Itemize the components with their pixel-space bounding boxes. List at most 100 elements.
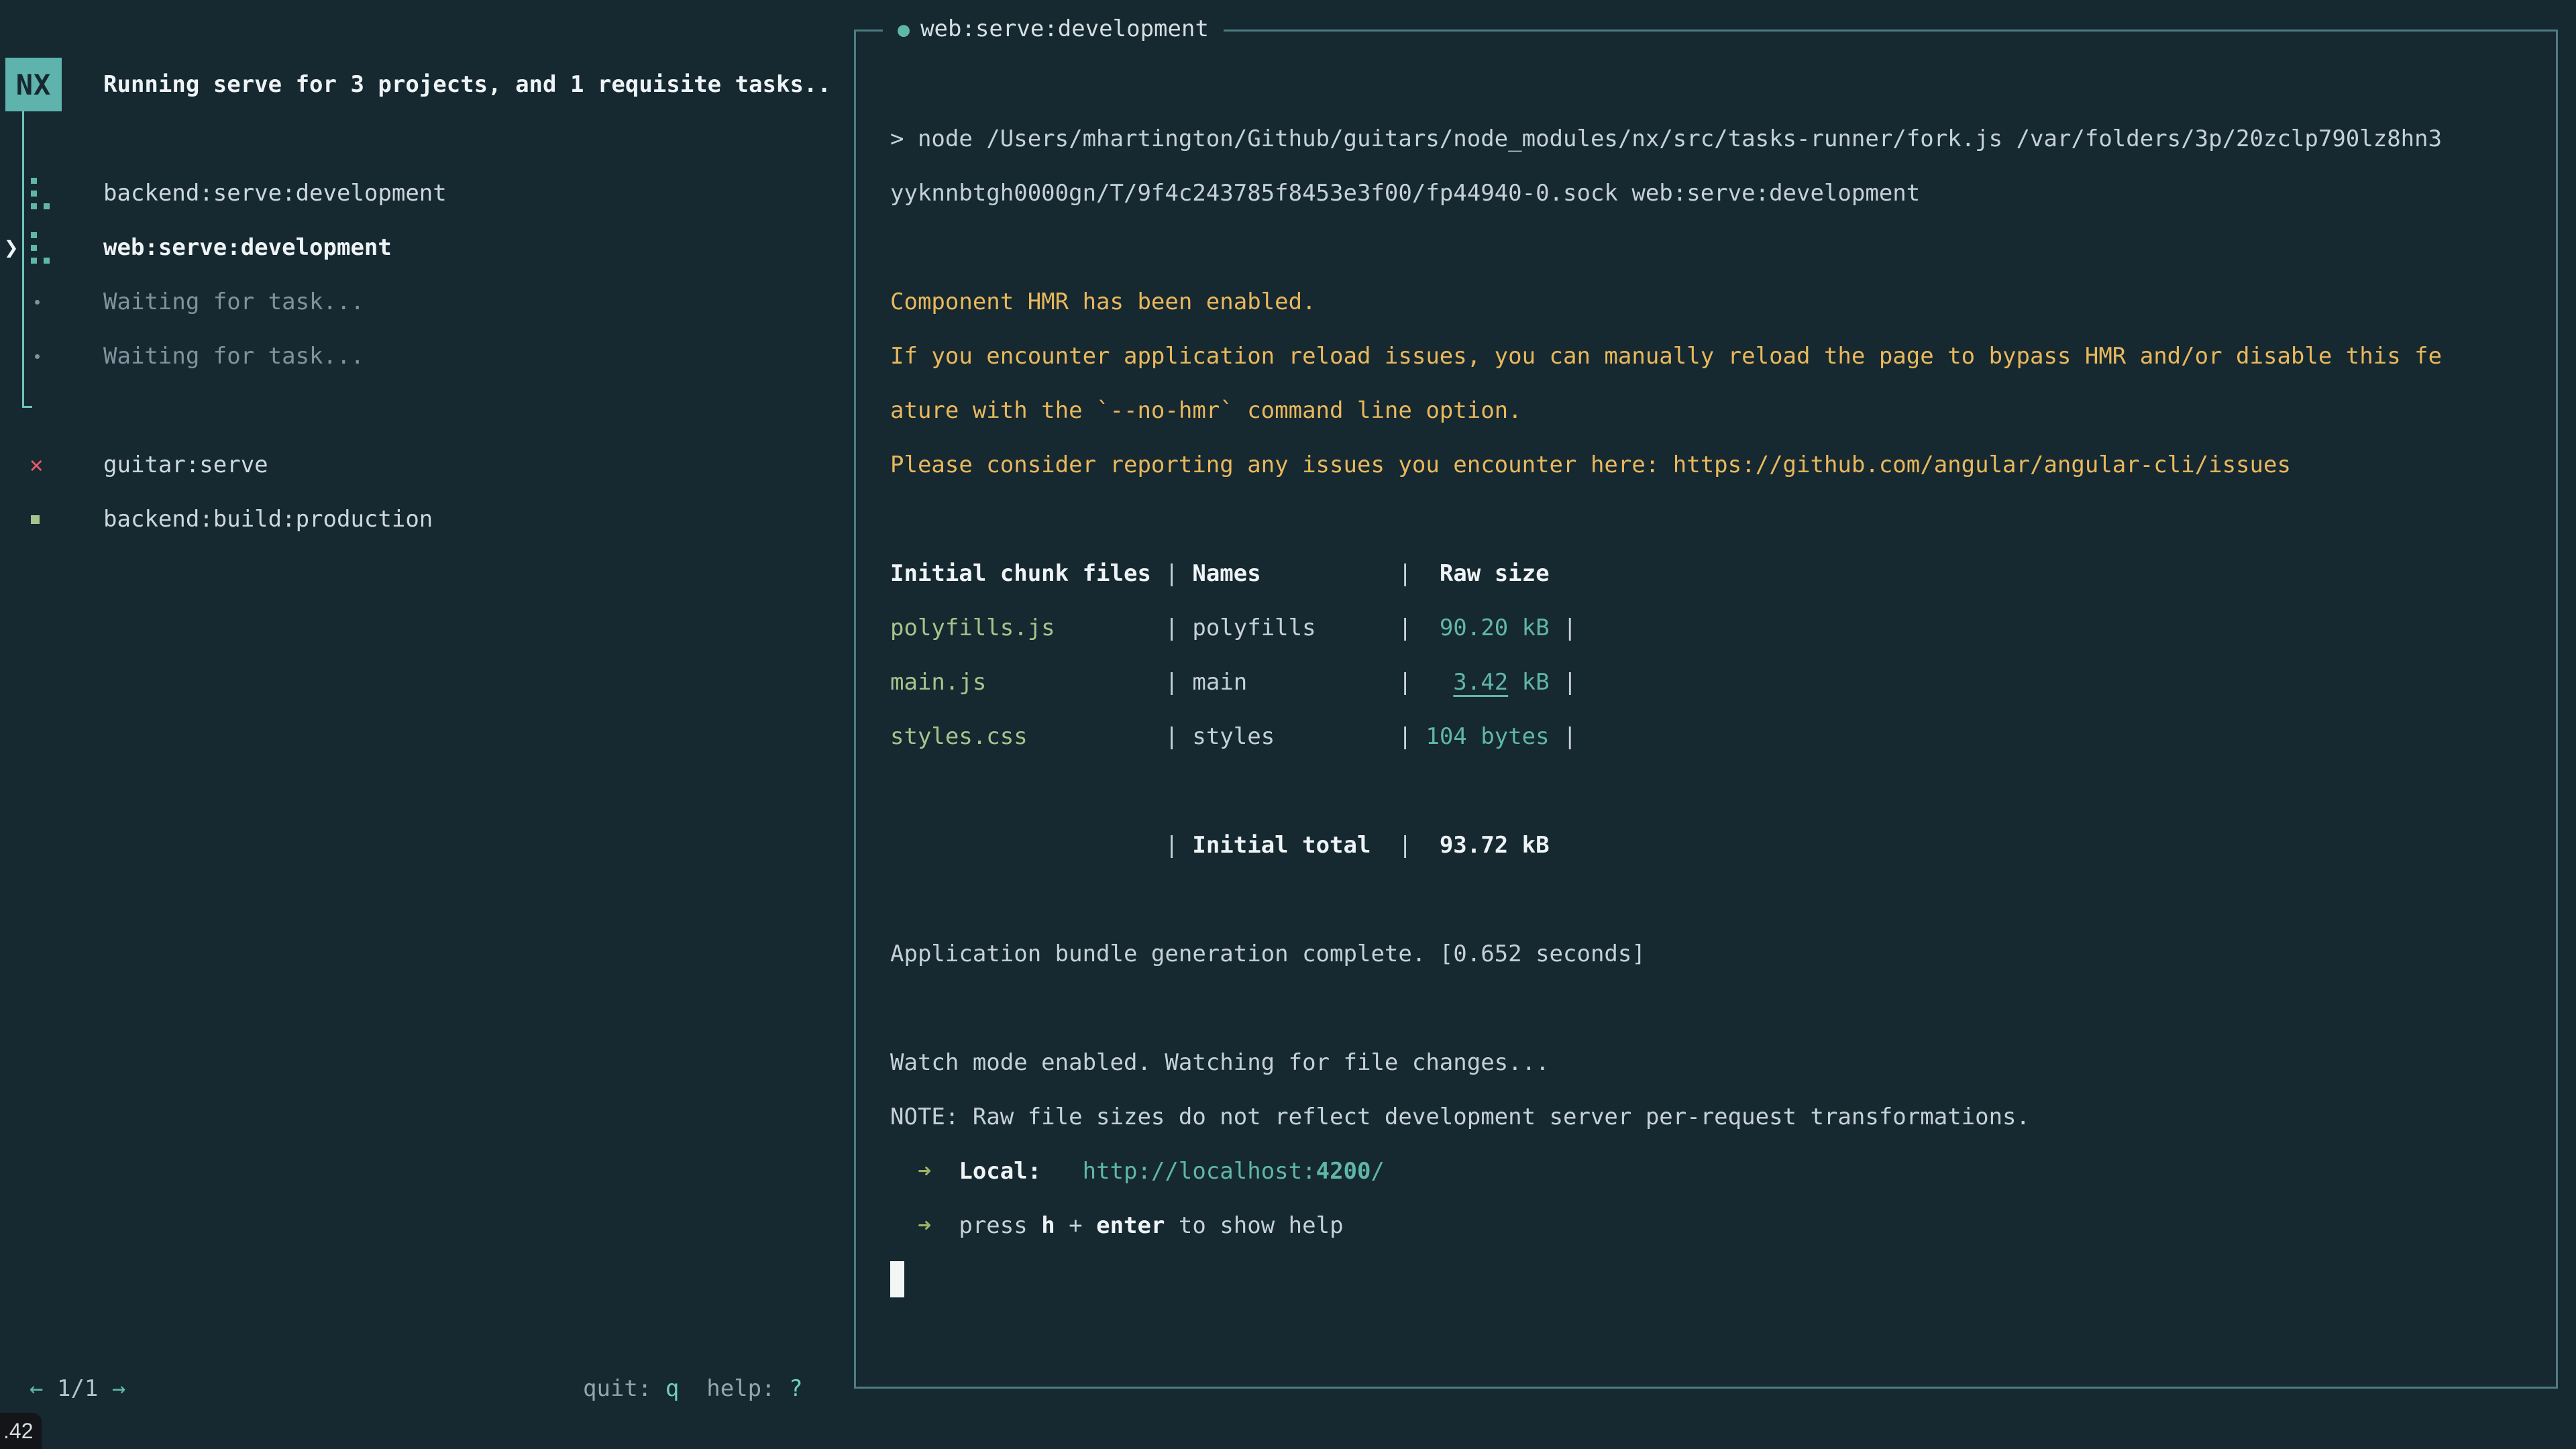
key-enter: enter (1096, 1212, 1165, 1239)
text-segment: Watch mode enabled. Watching for file ch… (890, 1049, 1550, 1076)
selected-pointer-icon: ❯ (4, 221, 19, 275)
panel-title-text: web:serve:development (920, 15, 1209, 42)
terminal-line: If you encounter application reload issu… (890, 329, 2442, 384)
text-segment: If you encounter application reload issu… (890, 343, 2442, 370)
terminal-cursor (890, 1261, 904, 1297)
task-row[interactable]: backend:serve:development (0, 166, 832, 221)
text-segment: 93.72 kB (1426, 832, 1549, 859)
spinner-icon (30, 221, 70, 275)
task-row[interactable]: Waiting for task... (0, 275, 832, 329)
spacer (98, 1375, 111, 1402)
text-segment (1426, 669, 1453, 696)
task-label: backend:serve:development (103, 166, 447, 221)
task-output-panel[interactable]: ●web:serve:development > node /Users/mha… (854, 30, 2558, 1389)
text-segment: | (1371, 832, 1426, 859)
text-segment: kB (1508, 669, 1549, 696)
page-count (43, 1375, 56, 1402)
terminal-output: > node /Users/mhartington/Github/guitars… (890, 112, 2442, 1307)
help-key-hint: ? (789, 1375, 802, 1402)
key-h: h (1041, 1212, 1055, 1239)
sidebar-title: Running serve for 3 projects, and 1 requ… (103, 58, 831, 112)
nx-logo: NX (5, 58, 62, 111)
waiting-dot-icon (30, 329, 70, 384)
local-url-slash[interactable]: / (1371, 1158, 1385, 1185)
next-page-arrow-icon[interactable]: → (112, 1375, 125, 1402)
task-group: backend:serve:development ❯ web:serve:deve… (0, 166, 832, 384)
text-segment: > node /Users/mhartington/Github/guitars… (890, 125, 2442, 152)
text-segment: 90.20 kB (1426, 614, 1549, 641)
text-segment: styles (1192, 723, 1275, 750)
text-segment: 3.42 (1453, 669, 1508, 696)
text-segment: | (1550, 723, 1577, 750)
terminal-line (890, 873, 2442, 927)
square (31, 515, 40, 524)
task-label: Waiting for task... (103, 275, 364, 329)
terminal-line (890, 981, 2442, 1036)
text-segment: help: (679, 1375, 789, 1402)
terminal-line: | Initial total | 93.72 kB (890, 818, 2442, 873)
text-segment: Initial total (1192, 832, 1371, 859)
text-segment: yyknnbtgh0000gn/T/9f4c243785f8453e3f00/f… (890, 180, 1920, 207)
terminal-line: ature with the `--no-hmr` command line o… (890, 384, 2442, 438)
overlay-badge: .42 (0, 1413, 42, 1449)
task-label: guitar:serve (103, 438, 268, 492)
text-segment: polyfills.js (890, 614, 1055, 641)
terminal-line: yyknnbtgh0000gn/T/9f4c243785f8453e3f00/f… (890, 166, 2442, 221)
local-url-link[interactable]: http://localhost: (1083, 1158, 1316, 1185)
text-segment: main.js (890, 669, 986, 696)
text-segment: | (890, 832, 1192, 859)
text-segment: styles.css (890, 723, 1028, 750)
local-url-port[interactable]: 4200 (1316, 1158, 1371, 1185)
spinner-dots (31, 178, 37, 184)
page-indicator: ← 1/1 → (30, 1362, 125, 1416)
text-segment: quit: (583, 1375, 665, 1402)
spinner-icon (30, 166, 70, 221)
prev-page-arrow-icon[interactable]: ← (30, 1375, 43, 1402)
task-row[interactable]: ✕guitar:serve (0, 438, 832, 492)
text-segment: Please consider reporting any issues you… (890, 451, 2291, 478)
text-segment: | (1316, 614, 1426, 641)
terminal-line: polyfills.js | polyfills | 90.20 kB | (890, 601, 2442, 655)
nx-terminal-app: { "colors":{ "background":"#162830", "pa… (0, 0, 2576, 1449)
terminal-line: > node /Users/mhartington/Github/guitars… (890, 112, 2442, 166)
terminal-line: Application bundle generation complete. … (890, 927, 2442, 981)
text-segment: Names (1192, 560, 1260, 587)
keyboard-hints: quit: q help: ? (583, 1362, 803, 1416)
text-segment: press (959, 1212, 1041, 1239)
task-label: backend:build:production (103, 492, 433, 547)
arrow-icon: ➜ (890, 1158, 959, 1185)
text-segment (1041, 1158, 1082, 1185)
task-row[interactable]: Waiting for task... (0, 329, 832, 384)
task-row[interactable]: ❯ web:serve:development (0, 221, 832, 275)
text-segment: main (1192, 669, 1247, 696)
text-segment: | (1151, 560, 1192, 587)
text-segment: 104 bytes (1426, 723, 1549, 750)
terminal-line: ➜ Local: http://localhost:4200/ (890, 1144, 2442, 1199)
text-segment: Raw size (1440, 560, 1550, 587)
waiting-dot-icon (30, 275, 70, 329)
text-segment: | (1550, 669, 1577, 696)
terminal-line: Initial chunk files | Names | Raw size (890, 547, 2442, 601)
terminal-line: ➜ press h + enter to show help (890, 1199, 2442, 1253)
page-count-text: 1/1 (57, 1375, 98, 1402)
task-group: ✕guitar:servebackend:build:production (0, 438, 832, 547)
text-segment: | (1550, 614, 1577, 641)
spinner-dots (31, 232, 37, 238)
terminal-line (890, 221, 2442, 275)
text-segment: to show help (1165, 1212, 1343, 1239)
terminal-line (890, 492, 2442, 547)
text-segment: | (986, 669, 1192, 696)
task-row[interactable]: backend:build:production (0, 492, 832, 547)
text-segment: Initial chunk files (890, 560, 1151, 587)
panel-title: ●web:serve:development (883, 13, 1224, 46)
text-segment: | (1055, 614, 1193, 641)
text-segment: | (1247, 669, 1426, 696)
dot (35, 354, 40, 359)
task-label: web:serve:development (103, 221, 392, 275)
local-label: Local: (959, 1158, 1041, 1185)
terminal-line: Watch mode enabled. Watching for file ch… (890, 1036, 2442, 1090)
dot (35, 300, 40, 305)
quit-key-hint: q (665, 1375, 679, 1402)
text-segment: Component HMR has been enabled. (890, 288, 1316, 315)
terminal-line: Please consider reporting any issues you… (890, 438, 2442, 492)
